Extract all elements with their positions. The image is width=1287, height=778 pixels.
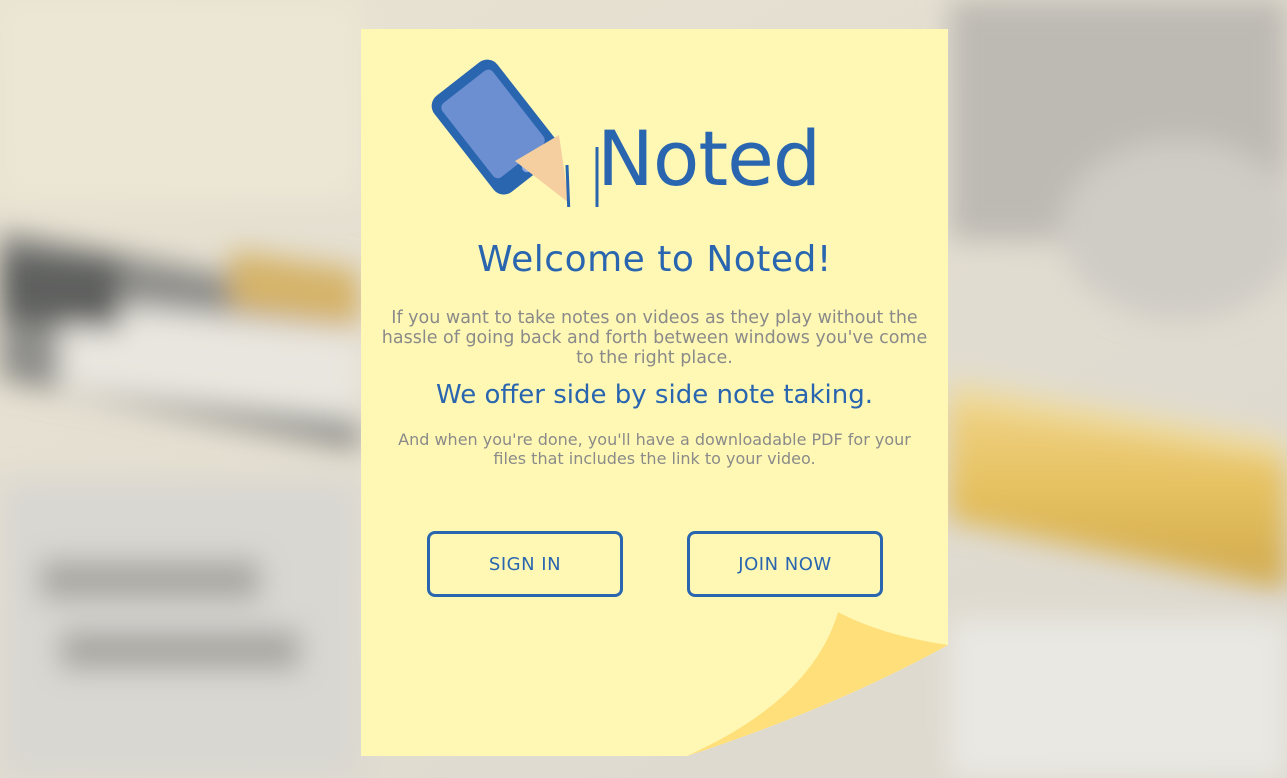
join-now-label: JOIN NOW <box>738 553 832 575</box>
sign-in-label: SIGN IN <box>488 553 562 575</box>
brand-logo[interactable]: Noted <box>429 57 834 217</box>
offer-heading: We offer side by side note taking. <box>436 380 873 410</box>
pdf-description: And when you're done, you'll have a down… <box>398 430 911 468</box>
sticky-note-card: Noted Welcome to Noted! If you want to t… <box>361 29 948 756</box>
sign-in-button[interactable]: SIGN IN <box>427 531 623 597</box>
welcome-title: Welcome to Noted! <box>477 239 832 280</box>
join-now-button[interactable]: JOIN NOW <box>687 531 883 597</box>
brand-name: Noted <box>597 114 821 203</box>
intro-text: If you want to take notes on videos as t… <box>381 308 928 368</box>
